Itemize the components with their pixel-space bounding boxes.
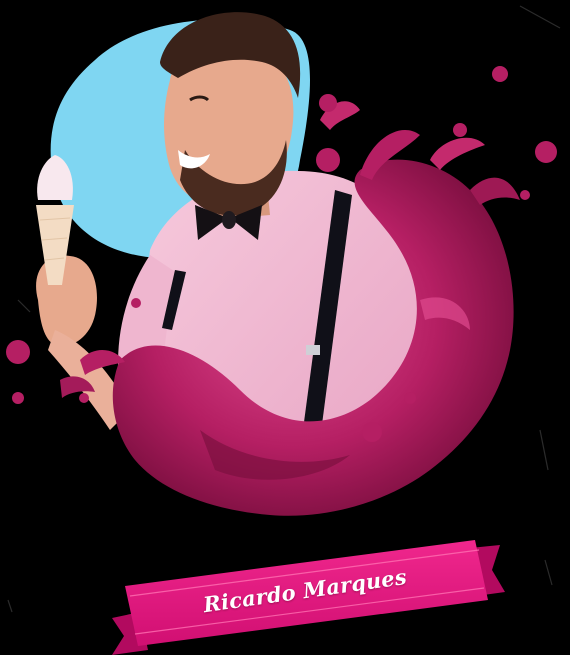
portrait-illustration bbox=[6, 5, 561, 655]
promo-portrait-artwork: Ricardo Marques bbox=[0, 0, 570, 655]
hand bbox=[36, 255, 97, 347]
